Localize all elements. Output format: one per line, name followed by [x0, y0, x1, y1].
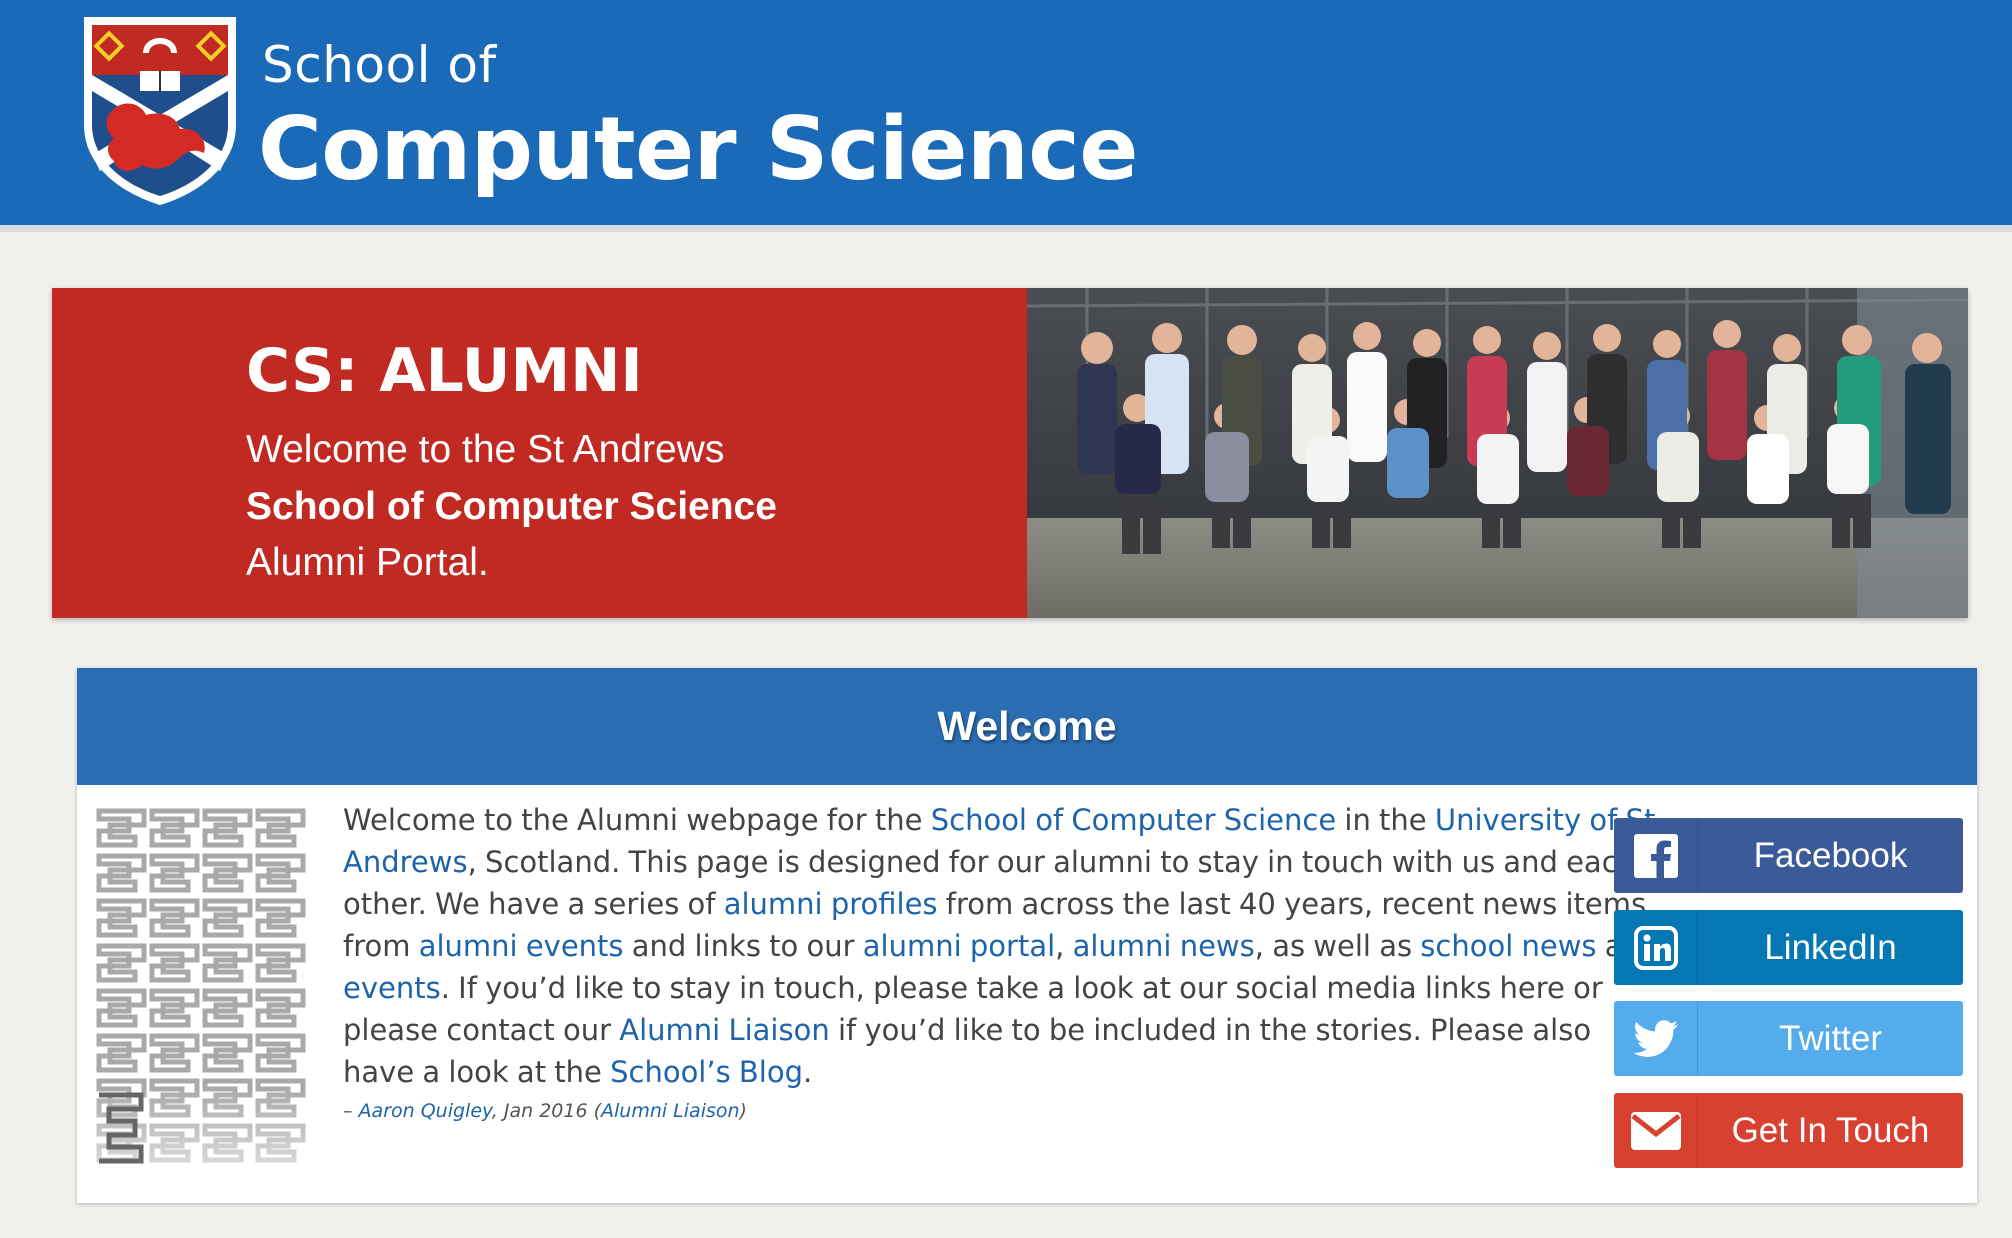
hero-title: CS: ALUMNI	[246, 336, 643, 406]
facebook-label: Facebook	[1753, 835, 1908, 875]
alumni-news-link[interactable]: alumni news	[1073, 929, 1255, 963]
intro-text-6: ,	[1055, 929, 1073, 963]
welcome-card: Welcome Welcome to the Alumni webpage fo…	[77, 668, 1977, 1203]
alumni-liaison-role-link[interactable]: Alumni Liaison	[601, 1100, 740, 1122]
hero-line-2: School of Computer Science	[246, 485, 777, 528]
envelope-icon	[1614, 1093, 1698, 1168]
site-header: School of Computer Science	[0, 0, 2012, 232]
alumni-portal-link[interactable]: alumni portal	[863, 929, 1055, 963]
welcome-heading: Welcome	[937, 703, 1117, 749]
signature-close: )	[739, 1100, 747, 1122]
school-of-cs-link[interactable]: School of Computer Science	[931, 803, 1336, 837]
twitter-label: Twitter	[1778, 1018, 1883, 1058]
signature-date: , Jan 2016 (	[491, 1100, 601, 1122]
signature: – Aaron Quigley, Jan 2016 (Alumni Liaiso…	[343, 1100, 747, 1122]
intro-text-1: Welcome to the Alumni webpage for the	[343, 803, 931, 837]
alumni-liaison-link[interactable]: Alumni Liaison	[619, 1013, 829, 1047]
welcome-intro-text: Welcome to the Alumni webpage for the Sc…	[343, 799, 1663, 1093]
intro-text-11: .	[803, 1055, 813, 1089]
intro-text-7: , as well as	[1254, 929, 1421, 963]
alumni-events-link[interactable]: alumni events	[419, 929, 624, 963]
welcome-card-header: Welcome	[77, 668, 1977, 785]
author-link[interactable]: Aaron Quigley	[359, 1100, 492, 1122]
intro-text-2: in the	[1336, 803, 1435, 837]
get-in-touch-label: Get In Touch	[1731, 1110, 1930, 1150]
get-in-touch-button[interactable]: Get In Touch	[1614, 1093, 1963, 1168]
hero-line-3: Alumni Portal.	[246, 541, 489, 584]
intro-text-5: and links to our	[623, 929, 863, 963]
university-crest-logo[interactable]	[80, 15, 240, 207]
school-blog-link[interactable]: School’s Blog	[610, 1055, 803, 1089]
maze-pattern-icon	[95, 805, 308, 1165]
facebook-icon	[1614, 818, 1698, 893]
alumni-group-photo	[1027, 288, 1968, 618]
brand-title[interactable]: Computer Science	[258, 98, 1138, 200]
linkedin-icon	[1614, 910, 1698, 985]
linkedin-label: LinkedIn	[1764, 927, 1897, 967]
alumni-profiles-link[interactable]: alumni profiles	[724, 887, 938, 921]
hero-text-panel: CS: ALUMNI Welcome to the St Andrews Sch…	[52, 288, 1027, 618]
twitter-button[interactable]: Twitter	[1614, 1001, 1963, 1076]
facebook-button[interactable]: Facebook	[1614, 818, 1963, 893]
school-news-link[interactable]: school news	[1420, 929, 1596, 963]
brand-subtitle: School of	[262, 36, 497, 94]
linkedin-button[interactable]: LinkedIn	[1614, 910, 1963, 985]
alumni-hero-banner: CS: ALUMNI Welcome to the St Andrews Sch…	[52, 288, 1968, 618]
hero-line-1: Welcome to the St Andrews	[246, 428, 725, 471]
signature-dash: –	[343, 1100, 359, 1122]
events-link[interactable]: events	[343, 971, 441, 1005]
twitter-icon	[1614, 1001, 1698, 1076]
